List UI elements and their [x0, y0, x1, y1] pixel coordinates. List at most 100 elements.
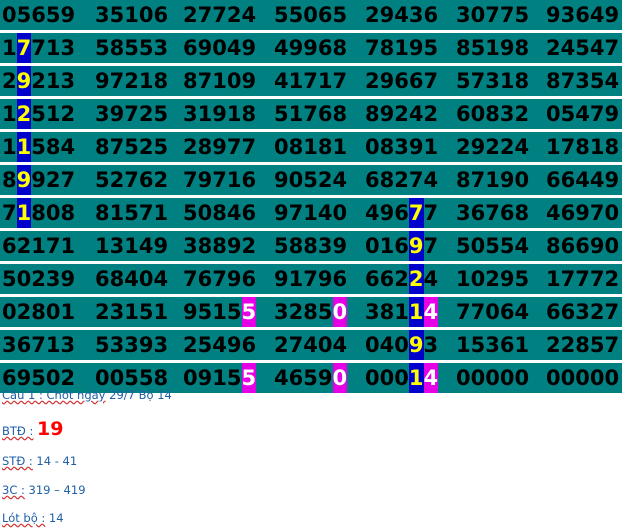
digit: 0: [332, 201, 348, 225]
digit: 0: [16, 267, 32, 291]
digit: 0: [546, 366, 561, 390]
digit: 3: [485, 69, 500, 93]
digit: 2: [546, 333, 561, 357]
note-line-3: STĐ : 14 - 41: [2, 454, 77, 468]
digit: 0: [332, 363, 348, 393]
grid-number: 81571: [95, 198, 168, 228]
digit: 4: [604, 69, 620, 93]
digit: 5: [575, 36, 590, 60]
digit: 5: [109, 3, 125, 27]
digit: 8: [379, 168, 395, 192]
digit: 7: [408, 168, 424, 192]
digit: 1: [394, 300, 409, 324]
digit: 2: [560, 333, 576, 357]
digit: 5: [241, 297, 257, 327]
digit: 4: [423, 267, 439, 291]
grid-number: 58839: [274, 231, 347, 261]
digit: 0: [2, 300, 17, 324]
digit: 9: [197, 36, 213, 60]
digit: 2: [183, 3, 198, 27]
digit: 3: [575, 300, 590, 324]
digit: 2: [31, 267, 46, 291]
digit: 5: [197, 300, 213, 324]
grid-number: 60832: [456, 99, 529, 129]
digit: 0: [365, 366, 380, 390]
digit: 9: [60, 267, 76, 291]
grid-number: 49968: [274, 33, 347, 63]
digit: 7: [183, 267, 198, 291]
digit: 7: [365, 36, 380, 60]
digit: 5: [95, 168, 110, 192]
digit: 0: [274, 135, 289, 159]
digit: 3: [95, 102, 110, 126]
digit: 5: [470, 333, 486, 357]
digit: 8: [153, 69, 169, 93]
grid-number: 08391: [365, 132, 438, 162]
digit: 6: [470, 201, 486, 225]
digit: 2: [241, 234, 257, 258]
digit: 5: [589, 333, 605, 357]
digit: 4: [408, 102, 424, 126]
digit: 0: [470, 234, 486, 258]
digit: 3: [365, 300, 380, 324]
digit: 4: [153, 267, 169, 291]
digit: 2: [514, 102, 530, 126]
digit: 0: [138, 3, 154, 27]
digit: 1: [499, 69, 515, 93]
digit: 8: [379, 300, 395, 324]
digit: 6: [332, 267, 348, 291]
digit: 7: [212, 3, 227, 27]
digit: 9: [499, 168, 515, 192]
grid-row: 71808 81571 50846 97140 49677 36768 46970: [0, 198, 622, 231]
digit: 7: [604, 333, 620, 357]
digit: 7: [604, 300, 620, 324]
digit: 0: [394, 333, 409, 357]
note-line-4-label: 3C :: [2, 483, 25, 497]
digit: 2: [138, 102, 154, 126]
digit: 4: [423, 168, 439, 192]
digit: 8: [212, 234, 227, 258]
digit: 7: [423, 201, 439, 225]
digit: 6: [456, 102, 471, 126]
digit: 1: [16, 132, 32, 162]
digit: 8: [514, 36, 530, 60]
digit: 4: [589, 168, 605, 192]
grid-number: 62171: [2, 231, 75, 261]
digit: 7: [124, 102, 139, 126]
digit: 8: [575, 135, 590, 159]
digit: 9: [241, 69, 257, 93]
digit: 1: [153, 300, 169, 324]
grid-number: 30775: [456, 0, 529, 30]
digit: 6: [499, 333, 515, 357]
digit: 6: [197, 267, 213, 291]
digit: 1: [408, 297, 424, 327]
digit: 2: [60, 102, 76, 126]
digit: 7: [226, 135, 242, 159]
digit: 3: [456, 201, 471, 225]
digit: 8: [95, 201, 110, 225]
note-line-2: BTĐ : 19: [2, 418, 63, 440]
grid-number: 79716: [183, 165, 256, 195]
digit: 0: [604, 234, 620, 258]
digit: 9: [60, 3, 76, 27]
digit: 8: [303, 234, 318, 258]
grid-number: 95155: [183, 297, 257, 327]
digit: 0: [514, 366, 530, 390]
digit: 9: [575, 201, 590, 225]
digit: 3: [45, 267, 61, 291]
digit: 3: [423, 333, 439, 357]
digit: 2: [394, 267, 409, 291]
digit: 1: [485, 168, 500, 192]
digit: 8: [379, 135, 395, 159]
digit: 2: [95, 300, 110, 324]
grid-number: 38114: [365, 297, 439, 327]
digit: 4: [332, 333, 348, 357]
digit: 7: [560, 135, 576, 159]
digit: 8: [288, 135, 304, 159]
digit: 7: [31, 333, 46, 357]
digit: 2: [499, 135, 515, 159]
digit: 5: [470, 36, 486, 60]
digit: 1: [589, 135, 605, 159]
digit: 0: [575, 366, 590, 390]
digit: 7: [288, 201, 304, 225]
